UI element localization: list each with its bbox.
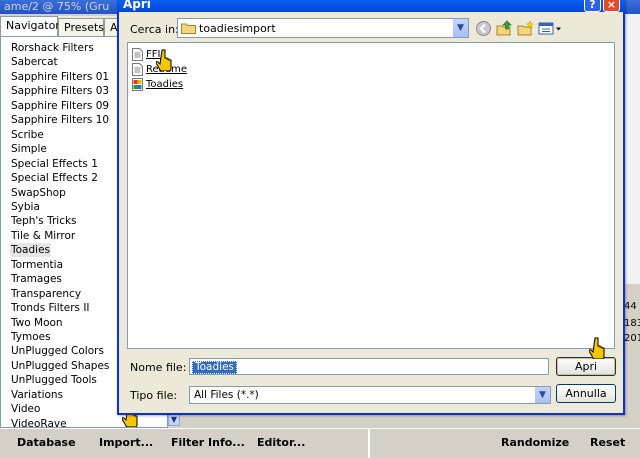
randomize-button[interactable]: Randomize xyxy=(501,436,569,449)
app-title-text: ame/2 @ 75% (Gru xyxy=(4,0,110,13)
filter-list-item[interactable]: Simple xyxy=(11,142,47,156)
filter-list-item[interactable]: Tormentia xyxy=(11,258,63,272)
filter-list-item[interactable]: Rorshack Filters xyxy=(11,41,94,55)
text-file-icon xyxy=(132,63,143,76)
look-in-dropdown[interactable]: toadiesimport ▼ xyxy=(177,18,469,38)
reset-button[interactable]: Reset xyxy=(590,436,625,449)
database-button[interactable]: Database xyxy=(17,436,76,449)
file-list: FFI Readme Toadies xyxy=(127,42,615,349)
chevron-down-icon[interactable]: ▼ xyxy=(452,19,468,37)
toolbar-divider xyxy=(368,429,370,458)
new-folder-icon[interactable] xyxy=(517,20,534,37)
filter-list-item[interactable]: Video xyxy=(11,402,40,416)
filter-list-item[interactable]: UnPlugged Colors xyxy=(11,344,104,358)
filter-list-item[interactable]: Two Moon xyxy=(11,316,63,330)
filter-list-item[interactable]: Special Effects 1 xyxy=(11,157,98,171)
filter-list-item[interactable]: Tymoes xyxy=(11,330,51,344)
filter-list-item[interactable]: UnPlugged Tools xyxy=(11,373,97,387)
filetype-value: All Files (*.*) xyxy=(194,389,259,401)
import-button[interactable]: Import... xyxy=(99,436,153,449)
filter-list-item[interactable]: Tile & Mirror xyxy=(11,229,75,243)
filter-list-item[interactable]: Variations xyxy=(11,388,63,402)
pointer-hand-icon xyxy=(156,49,172,71)
filetype-dropdown[interactable]: All Files (*.*) ▼ xyxy=(189,386,551,404)
filter-list-item[interactable]: SwapShop xyxy=(11,186,66,200)
filename-input[interactable]: Toadies xyxy=(189,358,549,375)
filename-label: Nome file: xyxy=(130,361,187,374)
param-value-2: 183 xyxy=(624,318,640,329)
cancel-button[interactable]: Annulla xyxy=(556,384,616,403)
filter-list-item[interactable]: Teph's Tricks xyxy=(11,214,77,228)
filter-list-item[interactable]: Sapphire Filters 03 xyxy=(11,84,109,98)
bottom-toolbar: Database Import... Filter Info... Editor… xyxy=(0,428,640,458)
folder-icon xyxy=(181,23,196,34)
view-menu-icon[interactable] xyxy=(538,20,562,37)
filter-list-item[interactable]: Transparency xyxy=(11,287,81,301)
filter-list-item[interactable]: Special Effects 2 xyxy=(11,171,98,185)
dialog-title-bar: Apri ? × xyxy=(117,0,625,12)
pointer-hand-icon xyxy=(589,337,605,359)
text-file-icon xyxy=(132,48,143,61)
filter-info-button[interactable]: Filter Info... xyxy=(171,436,245,449)
filter-list-item[interactable]: Sybia xyxy=(11,200,40,214)
tab-presets[interactable]: Presets xyxy=(58,18,104,36)
look-in-label: Cerca in: xyxy=(130,23,179,36)
param-value-1: 44 xyxy=(624,301,637,312)
filetype-label: Tipo file: xyxy=(130,389,178,402)
filter-tabs: Navigator Presets A xyxy=(0,16,125,36)
filter-list-item[interactable]: Sapphire Filters 09 xyxy=(11,99,109,113)
up-folder-icon[interactable] xyxy=(496,20,513,37)
look-in-value: toadiesimport xyxy=(199,22,276,35)
open-file-dialog: Apri ? × Cerca in: toadiesimport ▼ FFI T… xyxy=(117,0,625,415)
file-name: Toadies xyxy=(146,79,184,90)
filter-list-item[interactable]: Tramages xyxy=(11,272,62,286)
filter-list-item[interactable]: Sabercat xyxy=(11,55,58,69)
filter-list-item[interactable]: UnPlugged Shapes xyxy=(11,359,109,373)
back-icon[interactable] xyxy=(475,20,492,37)
editor-button[interactable]: Editor... xyxy=(257,436,305,449)
filter-list-item[interactable]: Sapphire Filters 10 xyxy=(11,113,109,127)
help-button[interactable]: ? xyxy=(584,0,601,12)
filter-file-icon xyxy=(132,78,143,91)
filter-list-item[interactable]: Sapphire Filters 01 xyxy=(11,70,109,84)
open-button[interactable]: Apri xyxy=(556,357,616,376)
filename-value: Toadies xyxy=(192,361,238,374)
tab-navigator[interactable]: Navigator xyxy=(0,16,60,36)
param-value-3: 201 xyxy=(624,333,640,344)
filter-list-item[interactable]: Scribe xyxy=(11,128,44,142)
filter-list-item[interactable]: Tronds Filters II xyxy=(11,301,90,315)
filter-list-item[interactable]: Toadies xyxy=(10,243,52,258)
close-button[interactable]: × xyxy=(603,0,620,12)
dialog-title: Apri xyxy=(123,0,151,11)
chevron-down-icon[interactable]: ▼ xyxy=(534,387,550,403)
